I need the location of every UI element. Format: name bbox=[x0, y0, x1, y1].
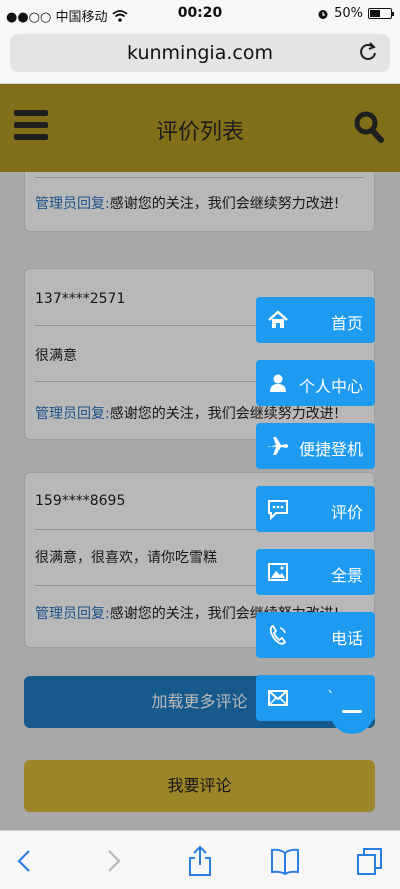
minus-icon bbox=[342, 710, 362, 713]
user-icon bbox=[270, 374, 286, 392]
airplane-icon bbox=[268, 437, 288, 455]
app-header: 评价列表 bbox=[0, 84, 400, 172]
float-nav-label: 评价 bbox=[330, 503, 363, 522]
address-bar[interactable]: kunmingia.com bbox=[10, 34, 390, 72]
phone-icon bbox=[269, 624, 287, 645]
back-icon[interactable] bbox=[10, 845, 40, 877]
collapse-float-menu-button[interactable] bbox=[330, 690, 374, 734]
float-nav-review[interactable]: 评价 bbox=[256, 486, 375, 532]
admin-reply-label: 管理员回复: bbox=[35, 196, 110, 212]
admin-reply: 管理员回复:感谢您的关注，我们会继续努力改进! bbox=[25, 193, 374, 213]
share-icon[interactable] bbox=[185, 845, 215, 877]
review-card: 管理员回复:感谢您的关注，我们会继续努力改进! bbox=[24, 172, 375, 232]
float-nav-boarding[interactable]: 便捷登机 bbox=[256, 423, 375, 469]
forward-icon[interactable] bbox=[98, 845, 128, 877]
review-card: 137****2571 很满意 管理员回复:感谢您的关注，我们会继续努力改进! bbox=[24, 268, 375, 440]
status-bar: ●●○○ 中国移动 00:20 50% bbox=[0, 0, 400, 28]
battery-percent: 50% bbox=[334, 6, 363, 21]
browser-address-area: kunmingia.com bbox=[0, 28, 400, 84]
float-nav-label: 首页 bbox=[330, 314, 363, 333]
url-text[interactable]: kunmingia.com bbox=[10, 42, 390, 64]
float-nav-label: 全景 bbox=[330, 566, 363, 585]
float-nav-label: 个人中心 bbox=[298, 377, 363, 396]
image-icon bbox=[268, 563, 288, 581]
write-review-button[interactable]: 我要评论 bbox=[24, 760, 375, 812]
search-icon[interactable] bbox=[354, 110, 384, 144]
float-nav-home[interactable]: 首页 bbox=[256, 297, 375, 343]
admin-reply-label: 管理员回复: bbox=[35, 406, 110, 422]
admin-reply-label: 管理员回复: bbox=[35, 606, 110, 622]
float-nav-panorama[interactable]: 全景 bbox=[256, 549, 375, 595]
battery-group: 50% bbox=[317, 6, 394, 21]
battery-icon bbox=[368, 8, 394, 19]
home-icon bbox=[268, 310, 288, 328]
float-nav-profile[interactable]: 个人中心 bbox=[256, 360, 375, 406]
float-nav-label: 电话 bbox=[330, 629, 363, 648]
admin-reply-text: 感谢您的关注，我们会继续努力改进! bbox=[109, 406, 340, 422]
admin-reply-text: 感谢您的关注，我们会继续努力改进! bbox=[109, 196, 340, 212]
float-nav-phone[interactable]: 电话 bbox=[256, 612, 375, 658]
admin-reply: 管理员回复:感谢您的关注，我们会继续努力改进! bbox=[25, 403, 374, 423]
mail-icon bbox=[268, 690, 288, 706]
browser-toolbar bbox=[0, 830, 400, 889]
float-nav-label: 便捷登机 bbox=[298, 440, 363, 459]
battery-fill bbox=[370, 10, 380, 17]
bookmarks-icon[interactable] bbox=[270, 845, 300, 877]
comment-icon bbox=[268, 500, 288, 521]
tabs-icon[interactable] bbox=[355, 845, 385, 877]
page-title: 评价列表 bbox=[155, 120, 244, 145]
reload-icon[interactable] bbox=[358, 41, 378, 63]
alarm-icon bbox=[318, 9, 328, 19]
